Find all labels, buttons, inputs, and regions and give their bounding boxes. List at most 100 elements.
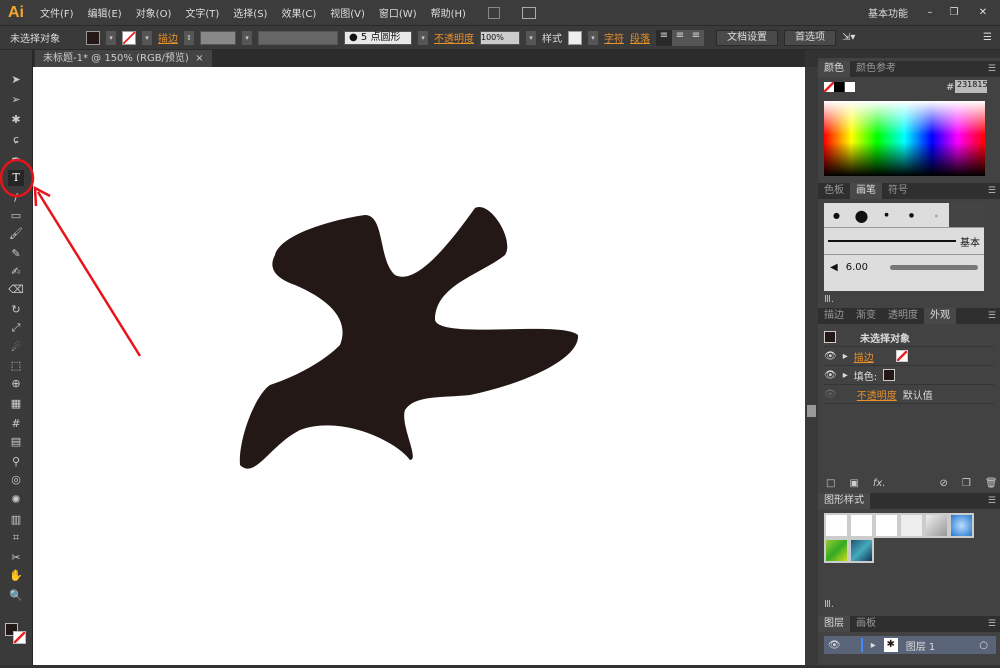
brush-dot-small-icon[interactable]: ● <box>874 203 899 227</box>
style-blue-glow[interactable] <box>949 513 974 538</box>
paragraph-link[interactable]: 段落 <box>630 30 650 45</box>
menu-window[interactable]: 窗口(W) <box>379 5 417 20</box>
delete-icon[interactable]: 🗑 <box>985 478 998 489</box>
arrange-icon[interactable]: ⇲▾ <box>842 32 855 43</box>
stroke-color-box[interactable] <box>13 631 26 644</box>
document-tab[interactable]: 未标题-1* @ 150% (RGB/预览) × <box>35 50 212 67</box>
brush-art-row[interactable]: ◀ 6.00 <box>824 255 984 279</box>
tab-layers[interactable]: 图层 <box>818 616 850 632</box>
styles-library-icon[interactable]: Ⅲ. <box>824 599 834 610</box>
brush-faint-icon[interactable]: ● <box>924 203 949 227</box>
document-setup-button[interactable]: 文档设置 <box>716 29 778 46</box>
stroke-dropdown[interactable]: ▾ <box>142 30 152 45</box>
mesh-tool-icon[interactable]: # <box>8 416 24 432</box>
tab-transparency[interactable]: 透明度 <box>882 308 924 324</box>
panel-menu-icon[interactable]: ☰ <box>988 616 996 632</box>
zoom-tool-icon[interactable]: 🔍 <box>8 588 24 604</box>
menu-select[interactable]: 选择(S) <box>233 5 267 20</box>
selection-tool-icon[interactable]: ➤ <box>8 72 24 88</box>
expand-triangle-icon[interactable]: ▸ <box>843 370 848 381</box>
lasso-tool-icon[interactable]: ɕ <box>8 132 24 148</box>
eyedropper-tool-icon[interactable]: ⚲ <box>8 454 24 470</box>
tab-color-guide[interactable]: 颜色参考 <box>850 61 902 77</box>
tab-color[interactable]: 颜色 <box>818 61 850 77</box>
stroke-label[interactable]: 描边 <box>158 30 178 45</box>
add-fill-icon[interactable]: ▣ <box>849 478 858 489</box>
fx-button[interactable]: fx. <box>873 478 886 489</box>
scroll-thumb[interactable] <box>807 405 816 417</box>
tab-brushes[interactable]: 画笔 <box>850 183 882 199</box>
brush-library-icon[interactable]: Ⅲ. <box>824 294 834 305</box>
layer-name[interactable]: 图层 1 <box>906 638 936 653</box>
visibility-eye-icon[interactable]: 👁 <box>828 640 841 651</box>
character-link[interactable]: 字符 <box>604 30 624 45</box>
expand-triangle-icon[interactable]: ▸ <box>871 640 876 651</box>
tab-appearance[interactable]: 外观 <box>924 308 956 324</box>
arrange-docs-icon[interactable] <box>521 6 536 19</box>
blend-tool-icon[interactable]: ◎ <box>8 472 24 488</box>
style-green-pattern[interactable] <box>824 538 849 563</box>
menu-file[interactable]: 文件(F) <box>40 5 74 20</box>
hand-tool-icon[interactable]: ✋ <box>8 568 24 584</box>
align-center-button[interactable]: ≡ <box>672 29 688 46</box>
close-tab-icon[interactable]: × <box>195 53 203 64</box>
stroke-attribute-swatch[interactable] <box>895 350 908 362</box>
expand-triangle-icon[interactable]: ▸ <box>843 351 848 362</box>
brush-basic-row[interactable]: 基本 <box>824 228 984 255</box>
panel-menu-icon[interactable]: ☰ <box>988 493 996 509</box>
stroke-weight-input[interactable] <box>200 30 236 45</box>
stroke-weight-dropdown[interactable]: ▾ <box>242 30 252 45</box>
workspace-switcher[interactable]: 基本功能 <box>868 5 908 20</box>
menu-object[interactable]: 对象(O) <box>136 5 172 20</box>
minimize-button[interactable]: – <box>918 7 942 18</box>
brush-dot-icon[interactable]: ● <box>824 203 849 227</box>
bridge-icon[interactable] <box>487 6 500 19</box>
hex-input[interactable]: 231815 <box>955 80 987 93</box>
visibility-eye-icon[interactable]: 👁 <box>824 370 837 381</box>
menu-edit[interactable]: 编辑(E) <box>88 5 122 20</box>
tab-symbols[interactable]: 符号 <box>882 183 914 199</box>
align-right-button[interactable]: ≡ <box>688 29 704 46</box>
style-default[interactable] <box>824 513 849 538</box>
panel-menu-icon[interactable]: ☰ <box>988 308 996 324</box>
align-left-button[interactable]: ≡ <box>656 29 672 46</box>
style-none[interactable] <box>899 513 924 538</box>
close-window-button[interactable]: ✕ <box>966 7 1000 18</box>
duplicate-icon[interactable]: ❐ <box>962 478 971 489</box>
tab-artboards[interactable]: 画板 <box>850 616 882 632</box>
fill-attribute-swatch[interactable] <box>883 369 896 381</box>
fill-dropdown[interactable]: ▾ <box>106 30 116 45</box>
variable-width-select[interactable] <box>258 30 338 45</box>
opacity-dropdown[interactable]: ▾ <box>526 30 536 45</box>
preferences-button[interactable]: 首选项 <box>784 29 836 46</box>
brush-dot-large-icon[interactable]: ● <box>849 203 874 227</box>
panel-menu-icon[interactable]: ☰ <box>988 183 996 199</box>
panel-menu-icon[interactable]: ☰ <box>983 32 992 43</box>
white-swatch[interactable] <box>845 82 855 92</box>
symbol-sprayer-tool-icon[interactable]: ✺ <box>8 492 24 508</box>
brush-calligraphy-icon[interactable]: ● <box>899 203 924 227</box>
opacity-label[interactable]: 不透明度 <box>434 30 474 45</box>
style-shadow[interactable] <box>924 513 949 538</box>
stroke-swatch[interactable] <box>122 30 136 45</box>
style-swatch[interactable] <box>568 30 582 45</box>
slice-tool-icon[interactable]: ✂ <box>8 550 24 566</box>
direct-selection-tool-icon[interactable]: ➢ <box>8 92 24 108</box>
color-spectrum[interactable] <box>824 101 985 176</box>
layer-row[interactable]: 👁 ▸ ✱ 图层 1 ○ <box>824 636 996 654</box>
tab-stroke[interactable]: 描边 <box>818 308 850 324</box>
add-stroke-icon[interactable]: □ <box>826 478 835 489</box>
perspective-grid-tool-icon[interactable]: ▦ <box>8 396 24 412</box>
target-circle-icon[interactable]: ○ <box>979 640 988 651</box>
gradient-tool-icon[interactable]: ▤ <box>8 434 24 450</box>
magic-wand-tool-icon[interactable]: ✱ <box>8 112 24 128</box>
brush-dropdown[interactable]: ▾ <box>418 30 428 45</box>
shape-builder-tool-icon[interactable]: ⊕ <box>8 376 24 392</box>
stroke-weight-stepper[interactable]: ⇕ <box>184 30 194 45</box>
menu-effect[interactable]: 效果(C) <box>281 5 316 20</box>
menu-type[interactable]: 文字(T) <box>185 5 219 20</box>
style-plain[interactable] <box>874 513 899 538</box>
style-default-text[interactable] <box>849 513 874 538</box>
vertical-scrollbar[interactable] <box>805 67 818 665</box>
artboard-tool-icon[interactable]: ⌗ <box>8 530 24 546</box>
